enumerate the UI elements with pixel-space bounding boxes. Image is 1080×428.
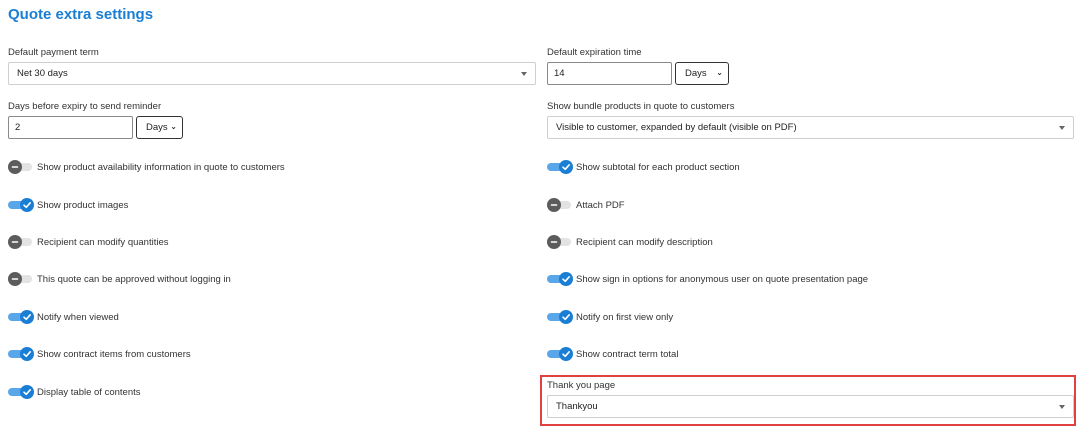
bundle-value: Visible to customer, expanded by default… [556,122,797,133]
attach-pdf-label: Attach PDF [576,199,625,211]
check-icon [559,310,573,324]
toggle-row-table-of-contents: Display table of contents [8,385,141,399]
check-icon [559,347,573,361]
thank-you-page-label: Thank you page [547,380,616,391]
check-icon [20,198,34,212]
notify-first-view-toggle[interactable] [547,310,573,324]
toggle-row-availability: Show product availability information in… [8,160,285,174]
attach-pdf-toggle[interactable] [547,198,573,212]
toggle-row-notify-first-view: Notify on first view only [547,310,673,324]
toggle-row-contract-items: Show contract items from customers [8,347,191,361]
availability-label: Show product availability information in… [37,161,285,173]
modify-quantities-label: Recipient can modify quantities [37,236,169,248]
thank-you-page-value: Thankyou [556,401,598,412]
check-icon [559,272,573,286]
table-of-contents-label: Display table of contents [37,386,141,398]
quote-extra-settings-panel: Quote extra settings Default payment ter… [0,0,1080,428]
minus-icon [8,160,22,174]
chevron-down-icon: ⌄ [716,68,723,77]
toggle-row-attach-pdf: Attach PDF [547,198,625,212]
contract-term-total-label: Show contract term total [576,348,679,360]
reminder-label: Days before expiry to send reminder [8,101,162,112]
toggle-row-sign-in-options: Show sign in options for anonymous user … [547,272,868,286]
availability-toggle[interactable] [8,160,34,174]
modify-quantities-toggle[interactable] [8,235,34,249]
thank-you-page-select[interactable]: Thankyou [547,395,1074,418]
toggle-row-notify-viewed: Notify when viewed [8,310,119,324]
reminder-unit-select[interactable]: Days ⌄ [136,116,183,139]
caret-down-icon [521,72,527,76]
payment-term-label: Default payment term [8,47,99,58]
toggle-row-contract-term-total: Show contract term total [547,347,678,361]
modify-description-label: Recipient can modify description [576,236,713,248]
reminder-input[interactable]: 2 [8,116,133,139]
subtotal-label: Show subtotal for each product section [576,161,740,173]
reminder-unit-value: Days [146,122,168,133]
toggle-row-modify-quantities: Recipient can modify quantities [8,235,169,249]
toggle-row-subtotal: Show subtotal for each product section [547,160,740,174]
caret-down-icon [1059,126,1065,130]
chevron-down-icon: ⌄ [170,122,177,131]
toggle-row-images: Show product images [8,198,128,212]
notify-viewed-label: Notify when viewed [37,311,119,323]
check-icon [20,310,34,324]
contract-term-total-toggle[interactable] [547,347,573,361]
bundle-select[interactable]: Visible to customer, expanded by default… [547,116,1074,139]
expiration-unit-select[interactable]: Days ⌄ [675,62,729,85]
bundle-label: Show bundle products in quote to custome… [547,101,735,112]
toggle-row-approve-without-login: This quote can be approved without loggi… [8,272,231,286]
check-icon [20,385,34,399]
expiration-unit-value: Days [685,68,707,79]
sign-in-options-toggle[interactable] [547,272,573,286]
contract-items-label: Show contract items from customers [37,348,191,360]
minus-icon [8,235,22,249]
section-title: Quote extra settings [8,6,154,23]
minus-icon [547,235,561,249]
payment-term-value: Net 30 days [17,68,68,79]
product-images-toggle[interactable] [8,198,34,212]
subtotal-toggle[interactable] [547,160,573,174]
approve-without-login-toggle[interactable] [8,272,34,286]
approve-without-login-label: This quote can be approved without loggi… [37,273,231,285]
expiration-label: Default expiration time [547,47,642,58]
sign-in-options-label: Show sign in options for anonymous user … [576,273,869,285]
expiration-input[interactable]: 14 [547,62,672,85]
toggle-row-modify-description: Recipient can modify description [547,235,713,249]
notify-viewed-toggle[interactable] [8,310,34,324]
check-icon [20,347,34,361]
payment-term-select[interactable]: Net 30 days [8,62,536,85]
modify-description-toggle[interactable] [547,235,573,249]
check-icon [559,160,573,174]
caret-down-icon [1059,405,1065,409]
minus-icon [547,198,561,212]
contract-items-toggle[interactable] [8,347,34,361]
minus-icon [8,272,22,286]
notify-first-view-label: Notify on first view only [576,311,674,323]
table-of-contents-toggle[interactable] [8,385,34,399]
product-images-label: Show product images [37,199,129,211]
